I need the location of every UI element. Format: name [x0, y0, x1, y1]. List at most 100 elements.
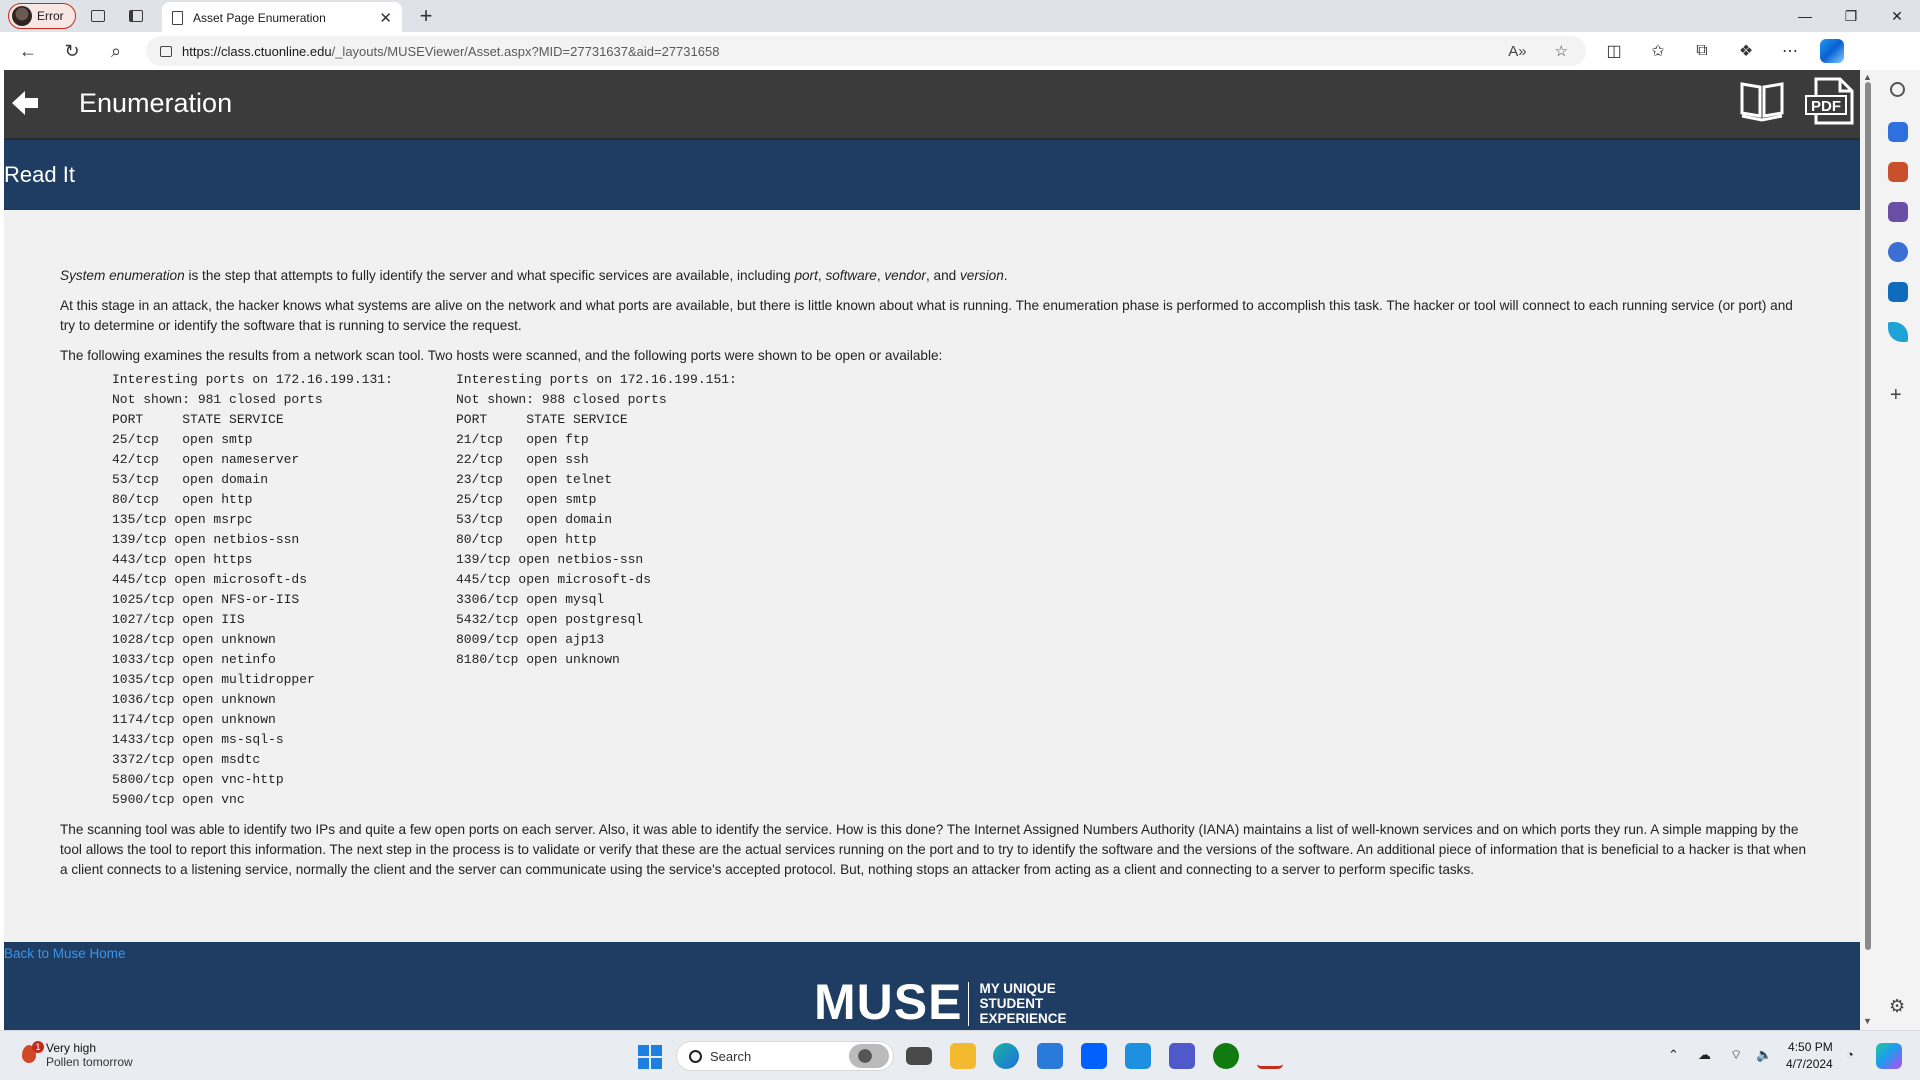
scan-intro-paragraph: The following examines the results from …: [60, 348, 943, 363]
file-explorer-icon[interactable]: [950, 1043, 976, 1069]
sidebar-shopping-icon[interactable]: [1888, 122, 1908, 142]
muse-footer: Back to Muse Home MUSE MY UNIQUE STUDENT…: [4, 942, 1860, 1030]
pollen-icon: 1: [20, 1041, 44, 1065]
scan-left-line: Not shown: 981 closed ports: [112, 392, 323, 407]
muse-logo: MUSE MY UNIQUE STUDENT EXPERIENCE: [814, 974, 1067, 1030]
minimize-button[interactable]: —: [1782, 0, 1828, 32]
scan-right-line: 53/tcp open domain: [456, 512, 613, 527]
edge-sidebar: + ⚙: [1876, 70, 1920, 1030]
close-window-button[interactable]: ✕: [1874, 0, 1920, 32]
url-field[interactable]: https://class.ctuonline.edu/_layouts/MUS…: [146, 36, 1586, 66]
onedrive-icon[interactable]: ☁: [1698, 1047, 1711, 1063]
back-to-muse-home-link[interactable]: Back to Muse Home: [4, 946, 126, 961]
scan-right-line: 3306/tcp open mysql: [456, 592, 605, 607]
xbox-icon[interactable]: [1213, 1043, 1239, 1069]
url-text[interactable]: https://class.ctuonline.edu/_layouts/MUS…: [182, 44, 1498, 59]
taskbar-clock[interactable]: 4:50 PM 4/7/2024: [1786, 1039, 1833, 1073]
scan-right-line: 80/tcp open http: [456, 532, 597, 547]
volume-icon[interactable]: 🔈: [1756, 1047, 1772, 1063]
scroll-down-icon[interactable]: ▼: [1863, 1016, 1872, 1026]
myapps-icon[interactable]: [1125, 1043, 1151, 1069]
copilot-icon[interactable]: [1820, 39, 1844, 63]
scan-right-line: 445/tcp open microsoft-ds: [456, 572, 652, 587]
sidebar-office-icon[interactable]: [1888, 242, 1908, 262]
ebook-icon[interactable]: [1738, 78, 1786, 122]
taskbar: 1 Very high Pollen tomorrow Search ⌃ ☁ ⌔…: [0, 1030, 1920, 1080]
taskbar-search[interactable]: Search: [676, 1041, 894, 1071]
intro-paragraph: System enumeration is the step that atte…: [60, 268, 1008, 283]
more-menu-icon[interactable]: ⋯: [1774, 36, 1806, 66]
scan-left-line: Interesting ports on 172.16.199.131:: [112, 372, 393, 387]
sidebar-games-icon[interactable]: [1888, 202, 1908, 222]
read-aloud-icon[interactable]: A»: [1508, 43, 1526, 60]
new-tab-button[interactable]: +: [414, 3, 438, 29]
scan-right-line: 22/tcp open ssh: [456, 452, 589, 467]
scan-left-line: 1033/tcp open netinfo: [112, 652, 276, 667]
split-screen-icon[interactable]: ◫: [1598, 36, 1630, 66]
search-icon[interactable]: ⌕: [100, 36, 132, 66]
scrollbar-thumb[interactable]: [1865, 82, 1871, 950]
scroll-up-icon[interactable]: ▲: [1863, 72, 1872, 82]
weather-title: Very high: [46, 1041, 97, 1055]
avatar: [12, 6, 32, 26]
scan-left-line: 445/tcp open microsoft-ds: [112, 572, 308, 587]
pdf-icon[interactable]: PDF: [1804, 76, 1856, 126]
back-button[interactable]: ←: [12, 36, 44, 66]
store-icon[interactable]: [1037, 1043, 1063, 1069]
page-icon: [172, 11, 183, 25]
scan-right-line: 23/tcp open telnet: [456, 472, 613, 487]
scan-results-host-131: Interesting ports on 172.16.199.131: Not …: [112, 370, 472, 810]
search-highlight-image: [849, 1044, 889, 1068]
section-title: Read It: [4, 162, 75, 187]
page-scrollbar[interactable]: ▲ ▼: [1860, 70, 1876, 1030]
weather-widget[interactable]: 1 Very high Pollen tomorrow: [20, 1041, 133, 1069]
close-tab-icon[interactable]: ✕: [379, 9, 392, 27]
favorite-star-icon[interactable]: ☆: [1555, 42, 1568, 60]
refresh-button[interactable]: ↻: [56, 36, 88, 66]
back-arrow-icon[interactable]: [10, 88, 40, 118]
scan-results-host-151: Interesting ports on 172.16.199.151: Not …: [456, 370, 816, 670]
workspaces-icon[interactable]: [82, 2, 114, 30]
scan-left-line: 1035/tcp open multidropper: [112, 672, 315, 687]
start-button[interactable]: [638, 1045, 662, 1069]
scan-left-line: 5800/tcp open vnc-http: [112, 772, 284, 787]
profile-button[interactable]: Error: [8, 3, 76, 29]
svg-text:PDF: PDF: [1811, 98, 1841, 115]
page-title: Enumeration: [79, 88, 233, 118]
tray-chevron-icon[interactable]: ⌃: [1668, 1047, 1679, 1063]
collections-icon[interactable]: ⧉: [1686, 36, 1718, 66]
profile-label: Error: [37, 9, 64, 23]
extensions-icon[interactable]: ❖: [1730, 36, 1762, 66]
tab-asset-page[interactable]: Asset Page Enumeration ✕: [162, 2, 402, 34]
scan-left-line: 1027/tcp open IIS: [112, 612, 245, 627]
scan-left-line: 135/tcp open msrpc: [112, 512, 253, 527]
notification-icon[interactable]: ◔: [1846, 1047, 1854, 1062]
scan-left-line: 42/tcp open nameserver: [112, 452, 300, 467]
scan-left-line: 5900/tcp open vnc: [112, 792, 245, 807]
restore-button[interactable]: ❐: [1828, 0, 1874, 32]
edge-icon[interactable]: [993, 1043, 1019, 1069]
teams-icon[interactable]: [1169, 1043, 1195, 1069]
sidebar-tools-icon[interactable]: [1888, 162, 1908, 182]
vertical-tabs-icon[interactable]: [120, 2, 152, 30]
lock-icon[interactable]: [160, 45, 172, 57]
taskbar-copilot-icon[interactable]: [1876, 1043, 1902, 1069]
sidebar-designer-icon[interactable]: [1888, 322, 1908, 342]
scan-right-line: 139/tcp open netbios-ssn: [456, 552, 644, 567]
scan-right-line: 8009/tcp open ajp13: [456, 632, 605, 647]
sidebar-outlook-icon[interactable]: [1888, 282, 1908, 302]
scan-left-line: 139/tcp open netbios-ssn: [112, 532, 300, 547]
scan-right-line: 8180/tcp open unknown: [456, 652, 620, 667]
attack-stage-paragraph: At this stage in an attack, the hacker k…: [60, 298, 1793, 333]
sidebar-search-icon[interactable]: [1890, 82, 1905, 97]
acrobat-icon[interactable]: [1257, 1043, 1283, 1069]
sidebar-settings-icon[interactable]: ⚙: [1889, 996, 1905, 1017]
scan-left-line: 1174/tcp open unknown: [112, 712, 276, 727]
task-view-icon[interactable]: [906, 1047, 932, 1065]
favorites-icon[interactable]: ✩: [1642, 36, 1674, 66]
dropbox-icon[interactable]: [1081, 1043, 1107, 1069]
taskbar-search-label: Search: [710, 1048, 752, 1064]
sidebar-add-icon[interactable]: +: [1890, 384, 1902, 407]
wifi-icon[interactable]: ⌔: [1730, 1047, 1742, 1063]
scan-left-line: 3372/tcp open msdtc: [112, 752, 261, 767]
